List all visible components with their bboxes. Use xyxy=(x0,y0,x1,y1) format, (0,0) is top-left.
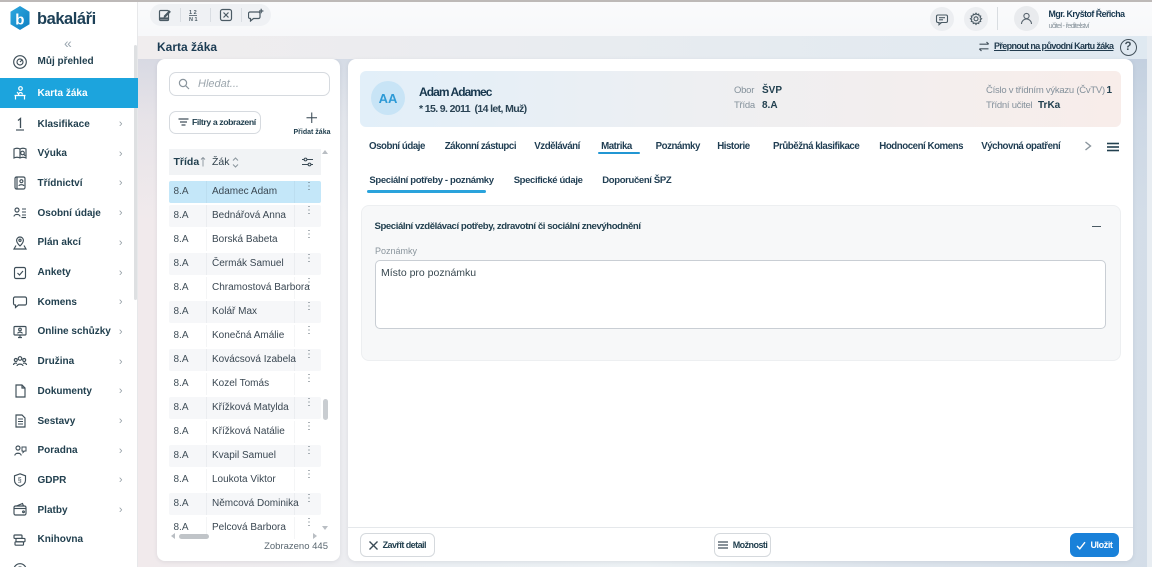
svg-text:b: b xyxy=(15,12,24,29)
svg-text:§: § xyxy=(18,478,22,485)
svg-text:N 1: N 1 xyxy=(189,17,198,22)
